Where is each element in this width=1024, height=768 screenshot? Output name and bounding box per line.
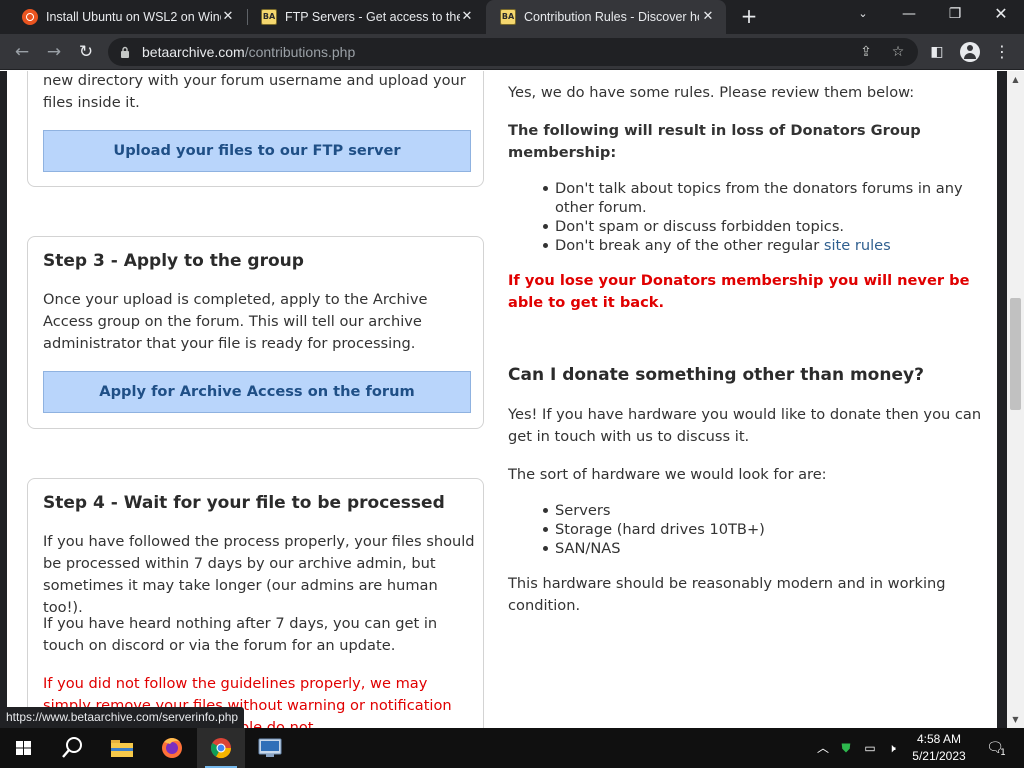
url-path: /contributions.php [244,44,356,60]
loss-heading: The following will result in loss of Don… [508,122,921,161]
upload-ftp-button[interactable]: Upload your files to our FTP server [43,130,471,172]
hardware-note: This hardware should be reasonably moder… [508,575,946,614]
volume-muted-icon[interactable]: 🕨 [884,740,900,756]
profile-avatar[interactable] [960,42,980,62]
hardware-intro: The sort of hardware we would look for a… [508,466,827,483]
clock-date: 5/21/2023 [912,749,966,763]
url-host: betaarchive.com [142,44,245,60]
close-icon[interactable]: ✕ [459,8,475,24]
remote-desktop-button[interactable] [246,728,294,768]
tab-ftp-servers[interactable]: BA FTP Servers - Get access to the b ✕ [247,0,485,34]
tab-contribution-rules[interactable]: BA Contribution Rules - Discover how ✕ [486,0,726,34]
show-hidden-icons-chevron-icon[interactable]: ︿ [815,740,831,756]
step2-card: new directory with your forum username a… [27,71,484,187]
rules-list: Don't talk about topics from the donator… [543,179,985,255]
search-button[interactable] [48,728,96,768]
side-panel-icon[interactable]: ◧ [927,42,947,62]
close-icon[interactable]: ✕ [220,8,236,24]
notification-count: 1 [1000,748,1006,758]
clock[interactable]: 4:58 AM 5/21/2023 [903,731,975,765]
folder-icon [111,740,133,757]
rules-intro: Yes, we do have some rules. Please revie… [508,84,915,101]
network-icon[interactable]: ▭ [862,740,878,756]
url-text: betaarchive.com/contributions.php [142,44,355,60]
file-explorer-button[interactable] [98,728,146,768]
forward-button[interactable]: → [42,40,66,64]
tab-strip: Install Ubuntu on WSL2 on Windows ✕ BA F… [0,0,1024,34]
hardware-list: Servers Storage (hard drives 10TB+) SAN/… [543,501,985,558]
windows-taskbar: ︿ ⛊ ▭ 🕨 4:58 AM 5/21/2023 🗨 1 [0,728,1024,768]
close-icon[interactable]: ✕ [700,8,716,24]
window-close-button[interactable]: ✕ [978,0,1024,30]
bookmark-star-icon[interactable]: ☆ [888,42,908,62]
rule-text: Don't break any of the other regular [555,237,824,254]
lock-icon [121,46,129,58]
rule-item: Don't spam or discuss forbidden topics. [543,217,985,236]
firefox-button[interactable] [148,728,196,768]
lose-membership-warning: If you lose your Donators membership you… [508,272,970,311]
step2-text: new directory with your forum username a… [43,72,466,111]
tab-title: FTP Servers - Get access to the b [285,10,460,24]
link-status-bubble: https://www.betaarchive.com/serverinfo.p… [0,707,245,728]
start-button[interactable] [0,728,48,768]
step4-card: Step 4 - Wait for your file to be proces… [27,478,484,728]
rule-item: Don't break any of the other regular sit… [543,236,985,255]
browser-toolbar: ← → ↻ betaarchive.com/contributions.php … [0,34,1024,70]
betaarchive-icon: BA [261,9,277,25]
windows-logo-icon [16,741,31,755]
maximize-button[interactable]: ❐ [932,0,978,30]
tab-title: Contribution Rules - Discover how [524,10,699,24]
hardware-item: Servers [543,501,985,520]
step3-card: Step 3 - Apply to the group Once your up… [27,236,484,429]
menu-kebab-icon[interactable]: ⋮ [992,42,1012,62]
tab-search-button[interactable]: ⌄ [840,0,886,30]
scrollbar-thumb[interactable] [1010,298,1021,410]
ubuntu-icon [22,9,38,25]
step4-paragraph-1: If you have followed the process properl… [43,533,475,616]
minimize-button[interactable]: — [886,0,932,30]
remote-desktop-icon [258,738,282,757]
step3-text: Once your upload is completed, apply to … [43,291,428,352]
security-shield-icon[interactable]: ⛊ [838,740,854,756]
donate-heading: Can I donate something other than money? [508,365,924,385]
address-bar[interactable]: betaarchive.com/contributions.php ⇪ ☆ [108,38,918,66]
rule-item: Don't talk about topics from the donator… [543,179,985,217]
apply-archive-access-button[interactable]: Apply for Archive Access on the forum [43,371,471,413]
step4-title: Step 4 - Wait for your file to be proces… [43,493,445,513]
donate-text: Yes! If you have hardware you would like… [508,406,982,445]
page-content: new directory with your forum username a… [7,71,997,728]
clock-time: 4:58 AM [916,732,962,746]
step4-paragraph-2: If you have heard nothing after 7 days, … [43,615,438,654]
step3-title: Step 3 - Apply to the group [43,251,304,271]
tab-ubuntu-wsl[interactable]: Install Ubuntu on WSL2 on Windows ✕ [8,0,246,34]
page-scrollbar[interactable]: ▲ ▼ [1007,71,1024,728]
scroll-down-arrow-icon[interactable]: ▼ [1007,711,1024,728]
reload-button[interactable]: ↻ [74,40,98,64]
hardware-item: Storage (hard drives 10TB+) [543,520,985,539]
hardware-item: SAN/NAS [543,539,985,558]
betaarchive-icon: BA [500,9,516,25]
scroll-up-arrow-icon[interactable]: ▲ [1007,71,1024,88]
tab-title: Install Ubuntu on WSL2 on Windows [46,10,221,24]
chrome-icon [210,738,232,759]
page-viewport: new directory with your forum username a… [0,71,1007,728]
share-icon[interactable]: ⇪ [856,42,876,62]
chrome-button[interactable] [197,728,245,768]
firefox-icon [162,738,182,758]
new-tab-button[interactable]: + [737,5,761,29]
search-icon [62,737,82,758]
back-button[interactable]: ← [10,40,34,64]
site-rules-link[interactable]: site rules [824,237,891,254]
